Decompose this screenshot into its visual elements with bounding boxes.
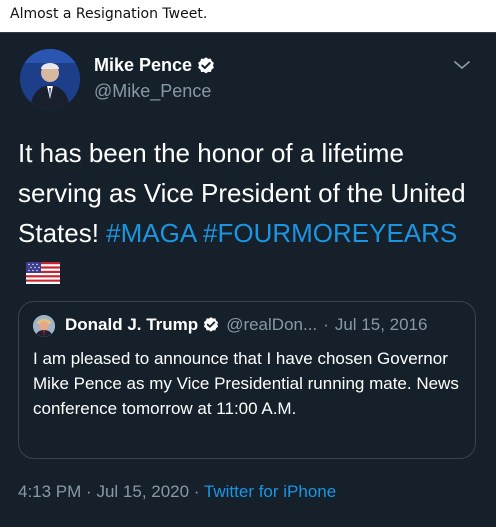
author-name-text[interactable]: Mike Pence xyxy=(94,55,192,76)
verified-badge-icon xyxy=(198,56,214,73)
hashtag-maga[interactable]: #MAGA xyxy=(106,218,196,248)
author-name[interactable]: Mike Pence xyxy=(94,55,216,76)
quoted-header: Donald J. Trump @realDon... · Jul 15, 20… xyxy=(65,315,427,335)
tweet-source[interactable]: Twitter for iPhone xyxy=(204,482,336,501)
quoted-author-handle[interactable]: @realDon... xyxy=(226,315,317,335)
post-caption: Almost a Resignation Tweet. xyxy=(10,6,208,22)
tweet-card[interactable]: Mike Pence @Mike_Pence It has been the h… xyxy=(0,32,496,527)
hashtag-fourmoreyears[interactable]: #FOURMOREYEARS xyxy=(203,218,457,248)
tweet-time[interactable]: 4:13 PM xyxy=(18,482,81,501)
quoted-date[interactable]: Jul 15, 2016 xyxy=(335,315,428,335)
quoted-text: I am pleased to announce that I have cho… xyxy=(33,349,459,418)
tweet-date[interactable]: Jul 15, 2020 xyxy=(96,482,189,501)
chevron-down-icon[interactable] xyxy=(452,55,472,75)
quoted-author-name[interactable]: Donald J. Trump xyxy=(65,315,198,335)
meta-separator: · xyxy=(193,482,200,501)
tweet-meta: 4:13 PM · Jul 15, 2020 · Twitter for iPh… xyxy=(18,482,336,502)
verified-badge-icon xyxy=(204,317,219,332)
quoted-author-avatar xyxy=(33,315,55,337)
meta-separator: · xyxy=(86,482,92,501)
author-handle[interactable]: @Mike_Pence xyxy=(94,81,211,102)
tweet-text: It has been the honor of a lifetime serv… xyxy=(18,133,478,295)
author-avatar[interactable] xyxy=(20,49,80,109)
quoted-separator: · xyxy=(323,315,329,334)
us-flag-icon xyxy=(26,255,60,295)
quoted-tweet[interactable]: Donald J. Trump @realDon... · Jul 15, 20… xyxy=(18,301,476,459)
